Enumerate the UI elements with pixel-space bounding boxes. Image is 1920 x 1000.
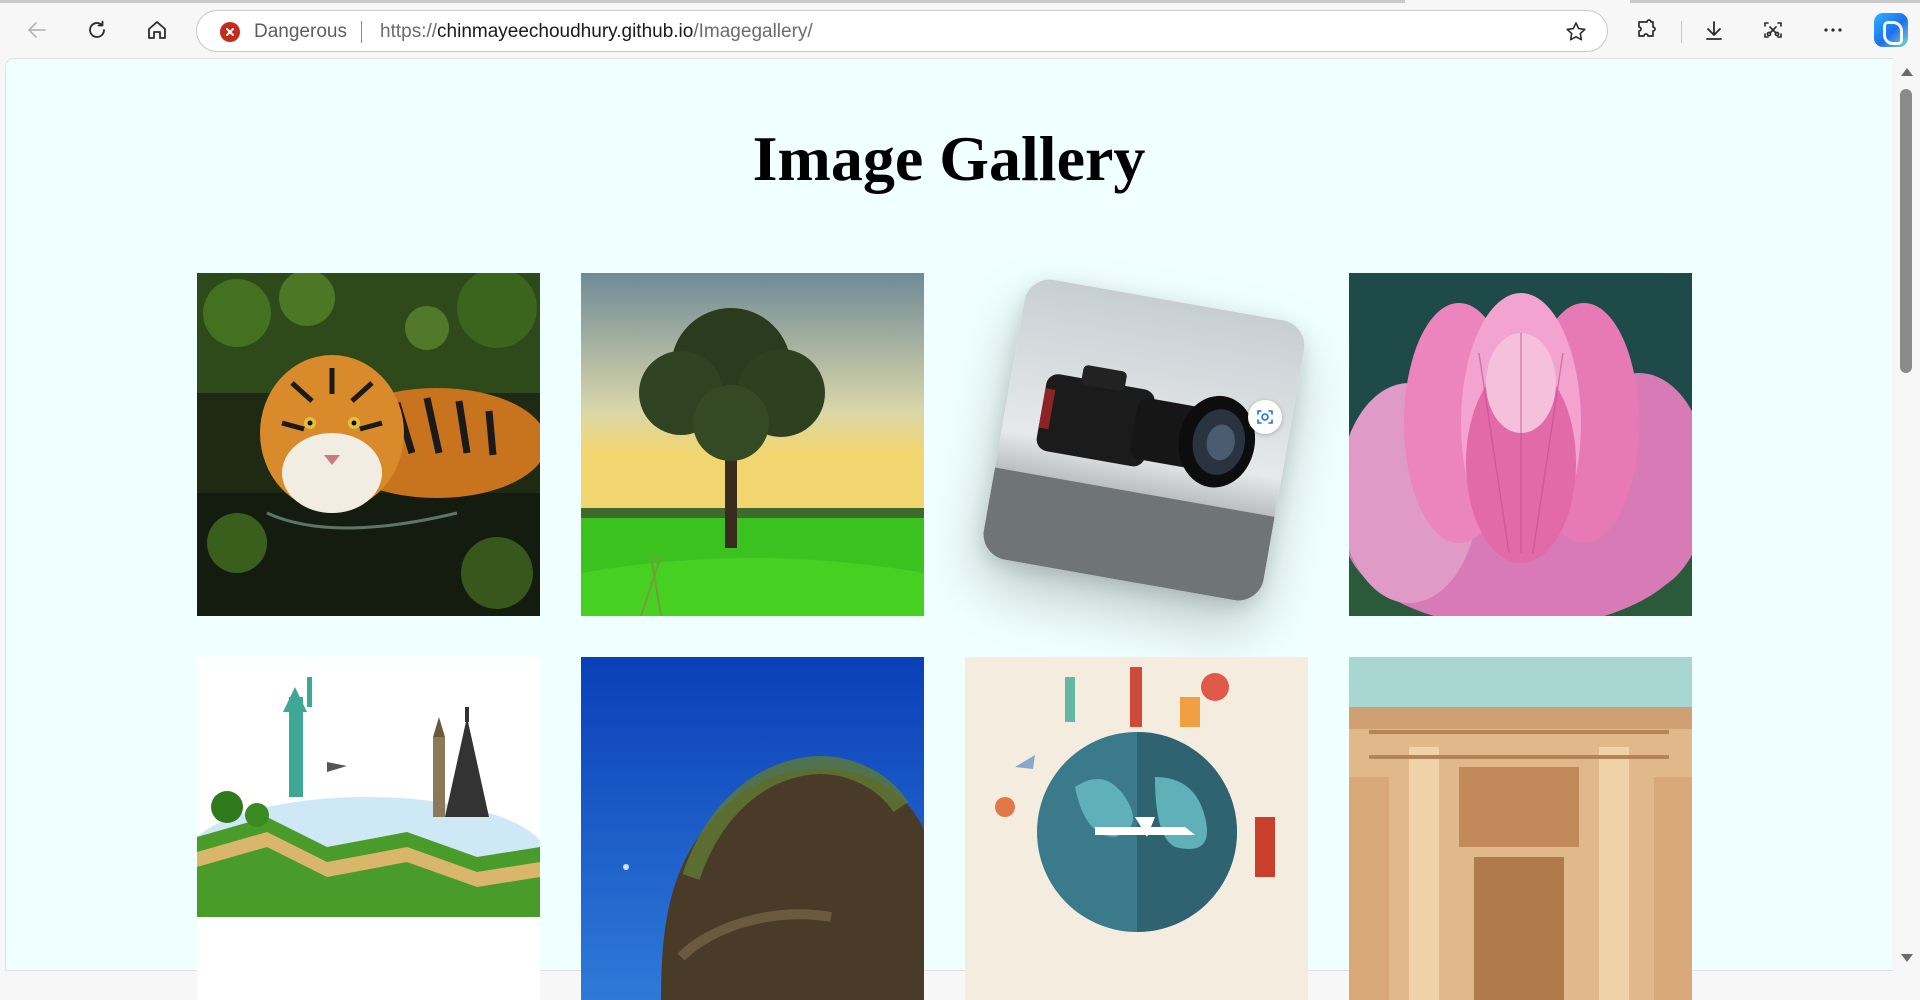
home-icon (148, 21, 166, 39)
page-scrollbar[interactable] (1892, 59, 1920, 970)
extensions-icon (1638, 19, 1656, 37)
address-divider (361, 21, 362, 43)
more-icon (1824, 28, 1842, 32)
address-bar[interactable]: Dangerous https://chinmayeechoudhury.git… (196, 10, 1608, 52)
gallery-image-tree[interactable] (581, 273, 924, 616)
page-load-indicator (0, 0, 1405, 3)
toolbar-separator (1681, 21, 1682, 43)
gallery-image-world-landmarks[interactable] (197, 657, 540, 1000)
visual-search-icon (1257, 410, 1273, 424)
gallery-image-ancient-ruins[interactable] (1349, 657, 1692, 1000)
url-host: chinmayeechoudhury.github.io (437, 21, 694, 42)
gallery-image-lotus[interactable] (1349, 273, 1692, 616)
browser-toolbar: Dangerous https://chinmayeechoudhury.git… (0, 0, 1920, 62)
dangerous-site-icon[interactable] (220, 22, 240, 42)
url-path: /Imagegallery/ (693, 21, 813, 42)
scroll-up-arrow[interactable] (1901, 68, 1913, 76)
home-button[interactable] (139, 12, 175, 48)
url-text[interactable]: https://chinmayeechoudhury.github.io/Ima… (380, 22, 813, 42)
copilot-icon[interactable] (1874, 13, 1908, 47)
visual-search-button[interactable] (1248, 400, 1282, 434)
page-title: Image Gallery (752, 123, 1146, 194)
screenshot-button[interactable] (1755, 12, 1791, 48)
scroll-down-arrow[interactable] (1901, 954, 1913, 962)
refresh-button[interactable] (79, 12, 115, 48)
favorite-star-icon[interactable] (1564, 20, 1588, 44)
downloads-icon (1706, 21, 1722, 40)
more-options-button[interactable] (1815, 12, 1851, 48)
back-icon (28, 22, 46, 38)
downloads-button[interactable] (1696, 12, 1732, 48)
gallery-image-tiger[interactable] (197, 273, 540, 616)
security-status-label[interactable]: Dangerous (254, 22, 347, 42)
gallery-image-rock-island[interactable] (581, 657, 924, 1000)
back-button[interactable] (19, 12, 55, 48)
scrollbar-thumb[interactable] (1900, 89, 1912, 373)
screenshot-icon (1764, 22, 1782, 38)
extensions-button[interactable] (1629, 12, 1665, 48)
url-scheme: https:// (380, 21, 438, 42)
refresh-icon (89, 20, 105, 38)
gallery-image-travel-globe[interactable] (965, 657, 1308, 1000)
page-load-indicator-end (1630, 0, 1920, 3)
gallery-image-camera[interactable] (979, 275, 1309, 605)
